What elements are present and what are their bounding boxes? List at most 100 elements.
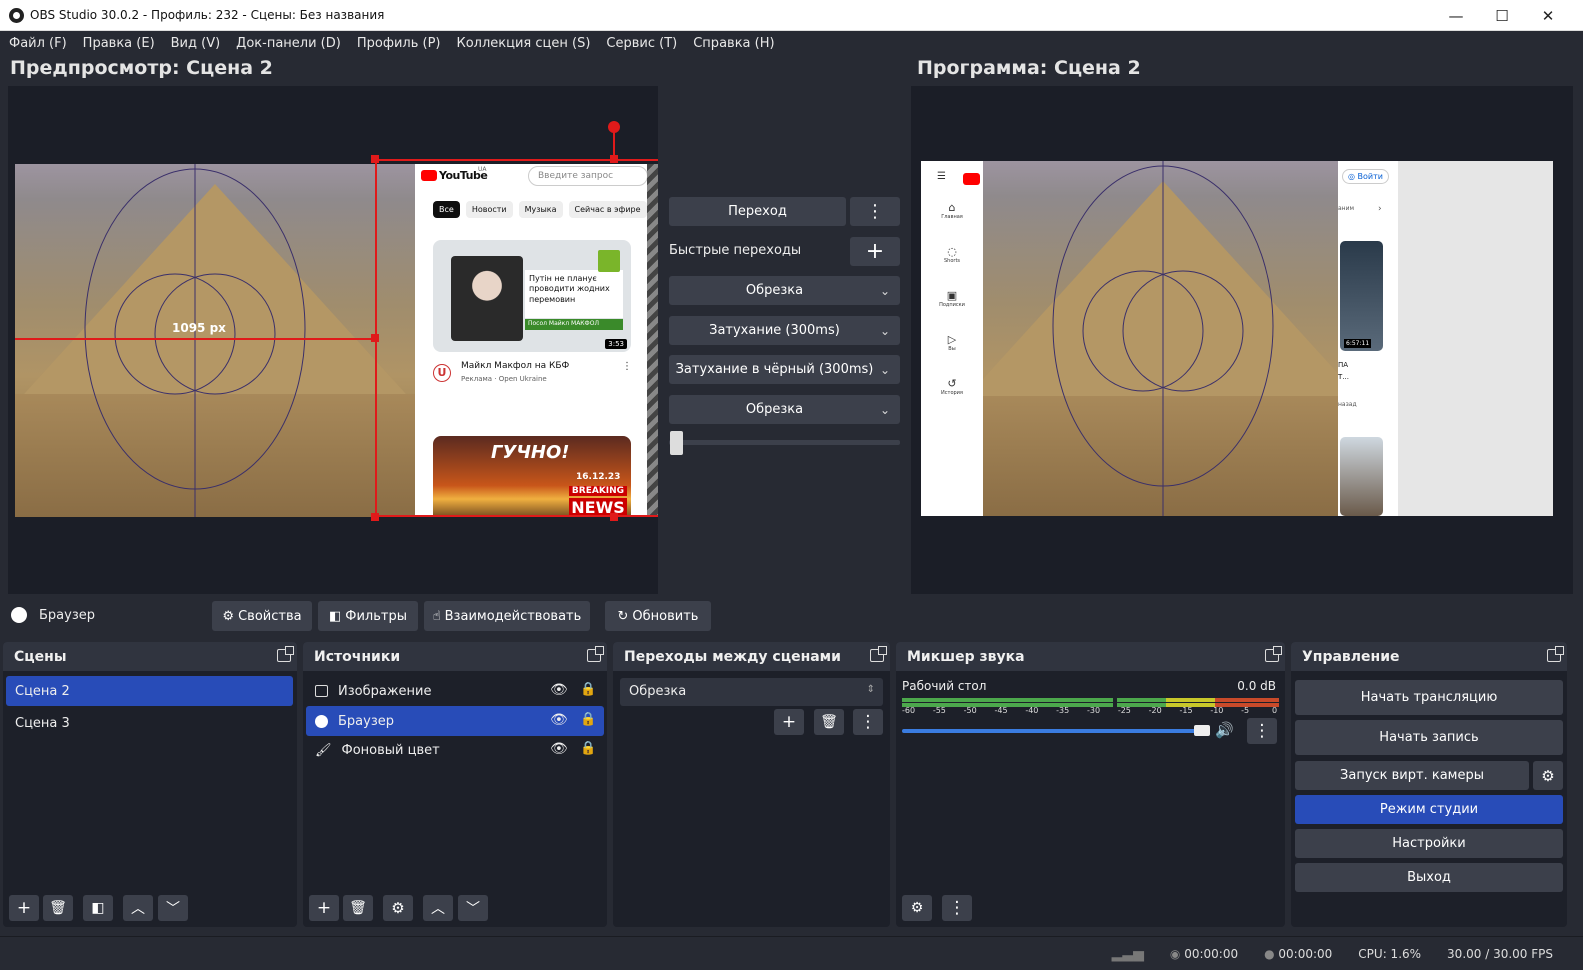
meter-tick-label: -15 <box>1179 706 1193 715</box>
filters-button[interactable]: ◧ Фильтры <box>318 601 418 631</box>
scene-item[interactable]: Сцена 3 <box>6 708 293 738</box>
start-recording-button[interactable]: Начать запись <box>1295 720 1563 755</box>
mixer-header: Микшер звука <box>896 642 1285 671</box>
meter-ticks: -60 -55 -50 -45 -40 -35 -30 -25 -20 -15 -10 -5 0 <box>902 706 1279 720</box>
maximize-icon[interactable]: ☐ <box>1479 0 1525 31</box>
virtual-camera-settings-icon[interactable]: ⚙ <box>1533 761 1563 790</box>
audio-mixer-panel: Микшер звука Рабочий стол 0.0 dB -60 -55 -… <box>896 642 1285 927</box>
volume-slider-handle[interactable] <box>1194 725 1210 736</box>
quick-transition-4[interactable]: Обрезка ⌄ <box>669 395 900 424</box>
rotation-handle[interactable] <box>608 121 620 133</box>
source-item-image[interactable]: Изображение 👁 🔒 <box>306 676 604 706</box>
interact-button[interactable]: ☝ Взаимодействовать <box>424 601 590 631</box>
cpu-usage: CPU: 1.6% <box>1358 946 1422 961</box>
controls-header: Управление <box>1291 642 1567 671</box>
menu-help[interactable]: Справка (H) <box>693 36 774 51</box>
undock-icon[interactable] <box>870 646 887 662</box>
add-source-icon[interactable]: + <box>309 895 339 921</box>
transition-menu-icon[interactable]: ⋮ <box>853 709 883 735</box>
menu-view[interactable]: Вид (V) <box>171 36 221 51</box>
quick-transition-3[interactable]: Затухание в чёрный (300ms) ⌄ <box>669 355 900 384</box>
menu-file[interactable]: Файл (F) <box>9 36 67 51</box>
minimize-icon[interactable]: — <box>1433 0 1479 31</box>
move-up-icon[interactable]: ︿ <box>423 895 453 921</box>
add-scene-icon[interactable]: + <box>9 895 39 921</box>
remove-scene-icon[interactable]: 🗑 <box>43 895 73 921</box>
move-down-icon[interactable]: ﹀ <box>158 895 188 921</box>
settings-button[interactable]: Настройки <box>1295 829 1563 858</box>
quick-transitions-label: Быстрые переходы <box>669 243 802 258</box>
undock-icon[interactable] <box>1265 646 1282 662</box>
eye-icon[interactable]: 👁 <box>550 741 568 757</box>
advanced-audio-icon[interactable]: ⚙ <box>902 895 932 921</box>
transition-menu-icon[interactable]: ⋮ <box>850 197 900 226</box>
source-item-color[interactable]: 🖌 Фоновый цвет 👁 🔒 <box>306 735 604 765</box>
scene-transitions-panel: Переходы между сценами Обрезка ⇕ + 🗑 ⋮ <box>613 642 890 927</box>
resize-handle-tl[interactable] <box>371 155 379 163</box>
tbar-slider[interactable] <box>669 440 900 445</box>
speaker-icon[interactable]: 🔊 <box>1215 721 1234 739</box>
source-label: Изображение <box>338 683 432 699</box>
volume-slider[interactable] <box>902 729 1207 733</box>
record-status: ● 00:00:00 <box>1264 946 1333 961</box>
source-properties-icon[interactable]: ⚙ <box>383 895 413 921</box>
eye-icon[interactable]: 👁 <box>550 712 568 728</box>
menu-edit[interactable]: Правка (E) <box>83 36 155 51</box>
resize-handle-bottom[interactable] <box>610 513 618 521</box>
quick-transition-1[interactable]: Обрезка ⌄ <box>669 276 900 305</box>
transition-button[interactable]: Переход <box>669 197 846 226</box>
mixer-channel-name: Рабочий стол <box>902 679 987 693</box>
add-quick-transition-button[interactable]: + <box>850 237 900 266</box>
lock-icon[interactable]: 🔒 <box>580 712 596 727</box>
remove-source-icon[interactable]: 🗑 <box>343 895 373 921</box>
resize-handle-left[interactable] <box>371 334 379 342</box>
quick-transition-2[interactable]: Затухание (300ms) ⌄ <box>669 316 900 345</box>
lock-icon[interactable]: 🔒 <box>580 682 596 697</box>
scenes-panel: Сцены Сцена 2 Сцена 3 + 🗑 ◧ ︿ ﹀ <box>3 642 297 927</box>
menu-profile[interactable]: Профиль (P) <box>357 36 441 51</box>
scenes-header: Сцены <box>3 642 297 671</box>
close-icon[interactable]: ✕ <box>1525 0 1571 31</box>
meter-tick-label: 0 <box>1272 706 1278 715</box>
user-icon: ◎ <box>1348 172 1358 181</box>
menu-docks[interactable]: Док-панели (D) <box>236 36 341 51</box>
resize-handle-bl[interactable] <box>371 513 379 521</box>
add-transition-icon[interactable]: + <box>774 709 804 735</box>
move-up-icon[interactable]: ︿ <box>123 895 153 921</box>
meter-tick-label: -5 <box>1241 706 1250 715</box>
undock-icon[interactable] <box>587 646 604 662</box>
undock-icon[interactable] <box>277 646 294 662</box>
stream-status: ◉ 00:00:00 <box>1169 946 1239 961</box>
exit-button[interactable]: Выход <box>1295 863 1563 892</box>
chevron-down-icon: ⌄ <box>879 402 890 417</box>
refresh-button[interactable]: ↻ Обновить <box>605 601 711 631</box>
mixer-channel-menu-icon[interactable]: ⋮ <box>1247 718 1277 744</box>
studio-mode-button[interactable]: Режим студии <box>1295 795 1563 824</box>
lock-icon[interactable]: 🔒 <box>580 741 596 756</box>
record-icon: ● <box>1264 946 1279 961</box>
menu-tools[interactable]: Сервис (T) <box>606 36 677 51</box>
move-down-icon[interactable]: ﹀ <box>458 895 488 921</box>
undock-icon[interactable] <box>1547 646 1564 662</box>
pyramid-image-source[interactable]: 1095 px <box>15 164 415 517</box>
remove-transition-icon[interactable]: 🗑 <box>814 709 844 735</box>
properties-button[interactable]: ⚙ Свойства <box>212 601 312 631</box>
mixer-db-value: 0.0 dB <box>1237 679 1276 693</box>
eye-icon[interactable]: 👁 <box>550 682 568 698</box>
selection-box[interactable] <box>375 159 658 517</box>
globe-icon <box>315 714 328 728</box>
meter-tick-label: -60 <box>902 706 916 715</box>
scene-filters-icon[interactable]: ◧ <box>83 895 113 921</box>
transition-select[interactable]: Обрезка ⇕ <box>620 678 883 706</box>
start-streaming-button[interactable]: Начать трансляцию <box>1295 680 1563 715</box>
start-virtual-camera-button[interactable]: Запуск вирт. камеры <box>1295 761 1529 790</box>
preview-canvas[interactable]: 1095 px YouTube UA Введите запрос Все Но… <box>8 86 658 594</box>
scene-item[interactable]: Сцена 2 <box>6 676 293 706</box>
measure-label: 1095 px <box>172 321 226 335</box>
meter-tick-label: -45 <box>994 706 1008 715</box>
selected-source-label: Браузер <box>39 608 95 623</box>
tbar-slider-handle[interactable] <box>670 431 683 455</box>
source-item-browser[interactable]: Браузер 👁 🔒 <box>306 706 604 736</box>
mixer-menu-icon[interactable]: ⋮ <box>942 895 972 921</box>
menu-scene-collection[interactable]: Коллекция сцен (S) <box>456 36 590 51</box>
